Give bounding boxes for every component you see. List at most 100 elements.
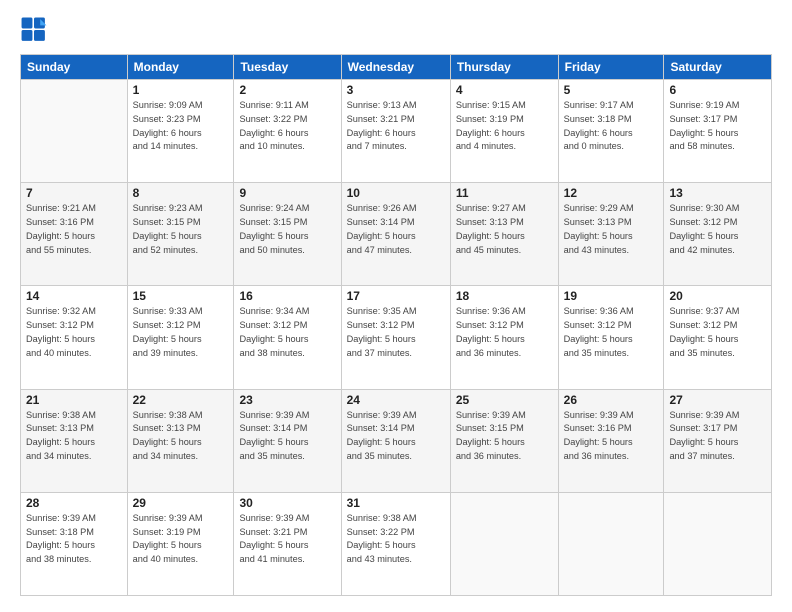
calendar-week-row: 1 Sunrise: 9:09 AM Sunset: 3:23 PM Daylig… <box>21 80 772 183</box>
day-number: 2 <box>239 83 335 97</box>
day-number: 31 <box>347 496 445 510</box>
weekday-header: Thursday <box>450 55 558 80</box>
day-info: Sunrise: 9:39 AM Sunset: 3:15 PM Dayligh… <box>456 409 553 464</box>
day-number: 29 <box>133 496 229 510</box>
calendar-cell: 3Sunrise: 9:13 AM Sunset: 3:21 PM Daylig… <box>341 80 450 183</box>
day-info: Sunrise: 9:35 AM Sunset: 3:12 PM Dayligh… <box>347 305 445 360</box>
calendar-cell: 25 Sunrise: 9:39 AM Sunset: 3:15 PM Dayli… <box>450 389 558 492</box>
weekday-header: Tuesday <box>234 55 341 80</box>
day-info: Sunrise: 9:27 AM Sunset: 3:13 PM Dayligh… <box>456 202 553 257</box>
day-number: 9 <box>239 186 335 200</box>
calendar-cell: 2Sunrise: 9:11 AM Sunset: 3:22 PM Daylig… <box>234 80 341 183</box>
calendar-cell: 10 Sunrise: 9:26 AM Sunset: 3:14 PM Dayli… <box>341 183 450 286</box>
day-number: 17 <box>347 289 445 303</box>
day-number: 16 <box>239 289 335 303</box>
day-number: 11 <box>456 186 553 200</box>
day-number: 8 <box>133 186 229 200</box>
calendar-cell: 30 Sunrise: 9:39 AM Sunset: 3:21 PM Dayli… <box>234 492 341 595</box>
day-info: Sunrise: 9:39 AM Sunset: 3:21 PM Dayligh… <box>239 512 335 567</box>
calendar-cell: 19 Sunrise: 9:36 AM Sunset: 3:12 PM Dayli… <box>558 286 664 389</box>
calendar-cell: 14Sunrise: 9:32 AM Sunset: 3:12 PM Dayli… <box>21 286 128 389</box>
day-info: Sunrise: 9:24 AM Sunset: 3:15 PM Dayligh… <box>239 202 335 257</box>
header <box>20 16 772 44</box>
calendar-cell: 22Sunrise: 9:38 AM Sunset: 3:13 PM Dayli… <box>127 389 234 492</box>
calendar-header-row: SundayMondayTuesdayWednesdayThursdayFrid… <box>21 55 772 80</box>
day-info: Sunrise: 9:29 AM Sunset: 3:13 PM Dayligh… <box>564 202 659 257</box>
day-number: 1 <box>133 83 229 97</box>
weekday-header: Friday <box>558 55 664 80</box>
day-number: 10 <box>347 186 445 200</box>
calendar-cell: 23 Sunrise: 9:39 AM Sunset: 3:14 PM Dayli… <box>234 389 341 492</box>
calendar-week-row: 28 Sunrise: 9:39 AM Sunset: 3:18 PM Dayli… <box>21 492 772 595</box>
day-info: Sunrise: 9:36 AM Sunset: 3:12 PM Dayligh… <box>456 305 553 360</box>
weekday-header: Wednesday <box>341 55 450 80</box>
calendar-cell: 8 Sunrise: 9:23 AM Sunset: 3:15 PM Daylig… <box>127 183 234 286</box>
calendar-cell: 7 Sunrise: 9:21 AM Sunset: 3:16 PM Daylig… <box>21 183 128 286</box>
day-info: Sunrise: 9:38 AM Sunset: 3:13 PM Dayligh… <box>26 409 122 464</box>
day-info: Sunrise: 9:38 AM Sunset: 3:13 PM Dayligh… <box>133 409 229 464</box>
day-info: Sunrise: 9:39 AM Sunset: 3:18 PM Dayligh… <box>26 512 122 567</box>
day-info: Sunrise: 9:33 AM Sunset: 3:12 PM Dayligh… <box>133 305 229 360</box>
calendar-cell: 9 Sunrise: 9:24 AM Sunset: 3:15 PM Daylig… <box>234 183 341 286</box>
calendar-cell <box>450 492 558 595</box>
calendar-cell: 11 Sunrise: 9:27 AM Sunset: 3:13 PM Dayli… <box>450 183 558 286</box>
calendar-cell: 24 Sunrise: 9:39 AM Sunset: 3:14 PM Dayli… <box>341 389 450 492</box>
day-number: 25 <box>456 393 553 407</box>
calendar-week-row: 21 Sunrise: 9:38 AM Sunset: 3:13 PM Dayli… <box>21 389 772 492</box>
day-number: 7 <box>26 186 122 200</box>
calendar-cell: 26 Sunrise: 9:39 AM Sunset: 3:16 PM Dayli… <box>558 389 664 492</box>
day-info: Sunrise: 9:37 AM Sunset: 3:12 PM Dayligh… <box>669 305 766 360</box>
calendar-cell: 18 Sunrise: 9:36 AM Sunset: 3:12 PM Dayli… <box>450 286 558 389</box>
day-number: 27 <box>669 393 766 407</box>
day-number: 15 <box>133 289 229 303</box>
day-number: 4 <box>456 83 553 97</box>
logo <box>20 16 52 44</box>
day-number: 19 <box>564 289 659 303</box>
day-info: Sunrise: 9:39 AM Sunset: 3:14 PM Dayligh… <box>347 409 445 464</box>
calendar-cell: 20 Sunrise: 9:37 AM Sunset: 3:12 PM Dayli… <box>664 286 772 389</box>
page: SundayMondayTuesdayWednesdayThursdayFrid… <box>0 0 792 612</box>
day-number: 5 <box>564 83 659 97</box>
day-info: Sunrise: 9:39 AM Sunset: 3:16 PM Dayligh… <box>564 409 659 464</box>
calendar-cell: 17 Sunrise: 9:35 AM Sunset: 3:12 PM Dayli… <box>341 286 450 389</box>
day-number: 12 <box>564 186 659 200</box>
day-number: 26 <box>564 393 659 407</box>
calendar-cell: 12 Sunrise: 9:29 AM Sunset: 3:13 PM Dayli… <box>558 183 664 286</box>
calendar-cell: 6Sunrise: 9:19 AM Sunset: 3:17 PM Daylig… <box>664 80 772 183</box>
day-info: Sunrise: 9:32 AM Sunset: 3:12 PM Dayligh… <box>26 305 122 360</box>
calendar-cell: 4Sunrise: 9:15 AM Sunset: 3:19 PM Daylig… <box>450 80 558 183</box>
day-number: 6 <box>669 83 766 97</box>
logo-icon <box>20 16 48 44</box>
calendar-cell: 28 Sunrise: 9:39 AM Sunset: 3:18 PM Dayli… <box>21 492 128 595</box>
day-info: Sunrise: 9:34 AM Sunset: 3:12 PM Dayligh… <box>239 305 335 360</box>
weekday-header: Monday <box>127 55 234 80</box>
day-info: Sunrise: 9:13 AM Sunset: 3:21 PM Dayligh… <box>347 99 445 154</box>
day-info: Sunrise: 9:21 AM Sunset: 3:16 PM Dayligh… <box>26 202 122 257</box>
day-info: Sunrise: 9:39 AM Sunset: 3:17 PM Dayligh… <box>669 409 766 464</box>
day-info: Sunrise: 9:17 AM Sunset: 3:18 PM Dayligh… <box>564 99 659 154</box>
calendar-cell <box>21 80 128 183</box>
day-info: Sunrise: 9:38 AM Sunset: 3:22 PM Dayligh… <box>347 512 445 567</box>
day-number: 24 <box>347 393 445 407</box>
day-info: Sunrise: 9:23 AM Sunset: 3:15 PM Dayligh… <box>133 202 229 257</box>
calendar-week-row: 7 Sunrise: 9:21 AM Sunset: 3:16 PM Daylig… <box>21 183 772 286</box>
day-number: 28 <box>26 496 122 510</box>
day-info: Sunrise: 9:26 AM Sunset: 3:14 PM Dayligh… <box>347 202 445 257</box>
day-info: Sunrise: 9:39 AM Sunset: 3:14 PM Dayligh… <box>239 409 335 464</box>
calendar-table: SundayMondayTuesdayWednesdayThursdayFrid… <box>20 54 772 596</box>
day-info: Sunrise: 9:09 AM Sunset: 3:23 PM Dayligh… <box>133 99 229 154</box>
calendar-cell: 31 Sunrise: 9:38 AM Sunset: 3:22 PM Dayli… <box>341 492 450 595</box>
day-number: 30 <box>239 496 335 510</box>
day-number: 18 <box>456 289 553 303</box>
calendar-week-row: 14Sunrise: 9:32 AM Sunset: 3:12 PM Dayli… <box>21 286 772 389</box>
day-info: Sunrise: 9:36 AM Sunset: 3:12 PM Dayligh… <box>564 305 659 360</box>
day-number: 21 <box>26 393 122 407</box>
day-number: 23 <box>239 393 335 407</box>
day-number: 20 <box>669 289 766 303</box>
calendar-cell: 16 Sunrise: 9:34 AM Sunset: 3:12 PM Dayli… <box>234 286 341 389</box>
calendar-cell: 27 Sunrise: 9:39 AM Sunset: 3:17 PM Dayli… <box>664 389 772 492</box>
day-info: Sunrise: 9:30 AM Sunset: 3:12 PM Dayligh… <box>669 202 766 257</box>
calendar-cell <box>664 492 772 595</box>
weekday-header: Sunday <box>21 55 128 80</box>
calendar-cell: 1 Sunrise: 9:09 AM Sunset: 3:23 PM Daylig… <box>127 80 234 183</box>
